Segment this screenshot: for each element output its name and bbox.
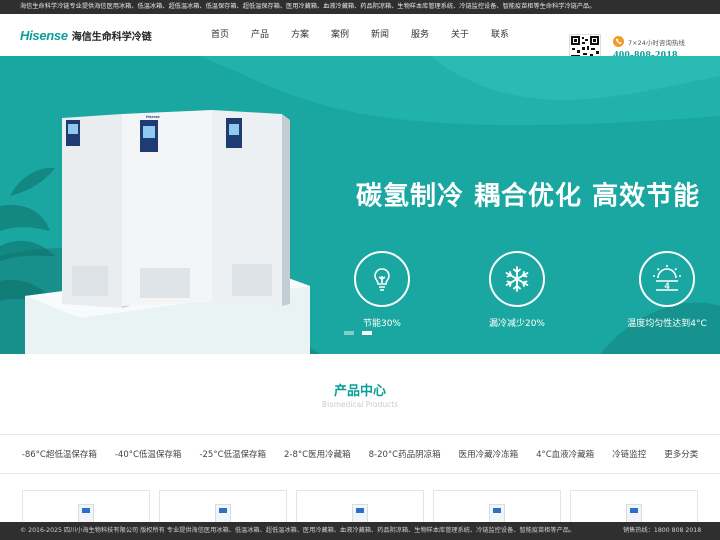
category-tab[interactable]: 医用冷藏冷冻箱 — [459, 448, 519, 460]
feature-label: 节能30% — [362, 319, 401, 329]
product-cards — [0, 490, 720, 530]
main-nav: 首页 产品 方案 案例 新闻 服务 关于 联系 — [200, 28, 520, 42]
products-subtitle: Biomedical Products — [321, 400, 399, 409]
site-logo[interactable]: Hisense 海信生命科学冷链 — [20, 26, 152, 44]
nav-item-contact[interactable]: 联系 — [480, 28, 520, 42]
nav-item-solutions[interactable]: 方案 — [280, 28, 320, 42]
thermometer-4-icon: 4 — [639, 251, 695, 307]
logo-text: 海信生命科学冷链 — [71, 31, 152, 43]
hero-banner[interactable]: Hisense 碳氢制冷 耦合优化 高效节能 节能30% 漏冷减少20% 4 温… — [0, 56, 720, 354]
category-tab-more[interactable]: 更多分类 — [664, 448, 698, 460]
top-announcement-bar: 海信生命科学冷链专业提供海信医用冰箱、低温冰箱、超低温冰箱、低温保存箱、超低温保… — [0, 0, 720, 14]
phone-icon — [613, 36, 624, 47]
feature-label: 温度均匀性达到4°C — [627, 319, 707, 329]
fridge-image — [62, 110, 290, 308]
category-tab[interactable]: -40°C低温保存箱 — [115, 448, 182, 460]
feature-leakage: 漏冷减少20% — [467, 251, 567, 329]
category-tab[interactable]: 冷链监控 — [612, 448, 646, 460]
lightbulb-icon — [354, 251, 410, 307]
nav-item-service[interactable]: 服务 — [400, 28, 440, 42]
thermometer-value: 4 — [664, 281, 669, 291]
banner-headline: 碳氢制冷 耦合优化 高效节能 — [356, 181, 701, 212]
fridge-brand-label: Hisense — [146, 115, 160, 119]
products-title: 产品中心 — [333, 384, 386, 399]
category-tab[interactable]: 8-20°C药品阴凉箱 — [369, 448, 441, 460]
nav-item-about[interactable]: 关于 — [440, 28, 480, 42]
category-tab[interactable]: -25°C低温保存箱 — [199, 448, 266, 460]
footer-bar: © 2016-2025 四川小海生物科技有限公司 版权所有 专业提供海信医用冰箱… — [0, 522, 720, 540]
product-categories: -86°C超低温保存箱 -40°C低温保存箱 -25°C低温保存箱 2-8°C医… — [0, 434, 720, 474]
feature-uniformity: 4 温度均匀性达到4°C — [617, 251, 717, 329]
nav-item-home[interactable]: 首页 — [200, 28, 240, 42]
slider-dot-1[interactable] — [344, 331, 354, 335]
logo-brand: Hisense — [20, 27, 68, 43]
snowflake-icon — [489, 251, 545, 307]
site-header: Hisense 海信生命科学冷链 首页 产品 方案 案例 新闻 服务 关于 联系… — [0, 14, 720, 66]
announcement-text: 海信生命科学冷链专业提供海信医用冰箱、低温冰箱、超低温冰箱、低温保存箱、超低温保… — [20, 3, 596, 10]
feature-energy: 节能30% — [332, 251, 432, 329]
footer-copyright: © 2016-2025 四川小海生物科技有限公司 版权所有 专业提供海信医用冰箱… — [20, 527, 576, 534]
category-tab[interactable]: 4°C血液冷藏箱 — [536, 448, 594, 460]
nav-item-news[interactable]: 新闻 — [360, 28, 400, 42]
nav-item-cases[interactable]: 案例 — [320, 28, 360, 42]
slider-dots — [344, 331, 380, 335]
slider-dot-2[interactable] — [362, 331, 372, 335]
nav-item-products[interactable]: 产品 — [240, 28, 280, 42]
category-tab[interactable]: 2-8°C医用冷藏箱 — [284, 448, 351, 460]
hotline-label: 7×24小时咨询热线 — [628, 38, 685, 47]
feature-label: 漏冷减少20% — [488, 319, 545, 329]
footer-sales-hotline[interactable]: 销售热线：1800 808 2018 — [623, 522, 701, 540]
category-tab[interactable]: -86°C超低温保存箱 — [22, 448, 97, 460]
